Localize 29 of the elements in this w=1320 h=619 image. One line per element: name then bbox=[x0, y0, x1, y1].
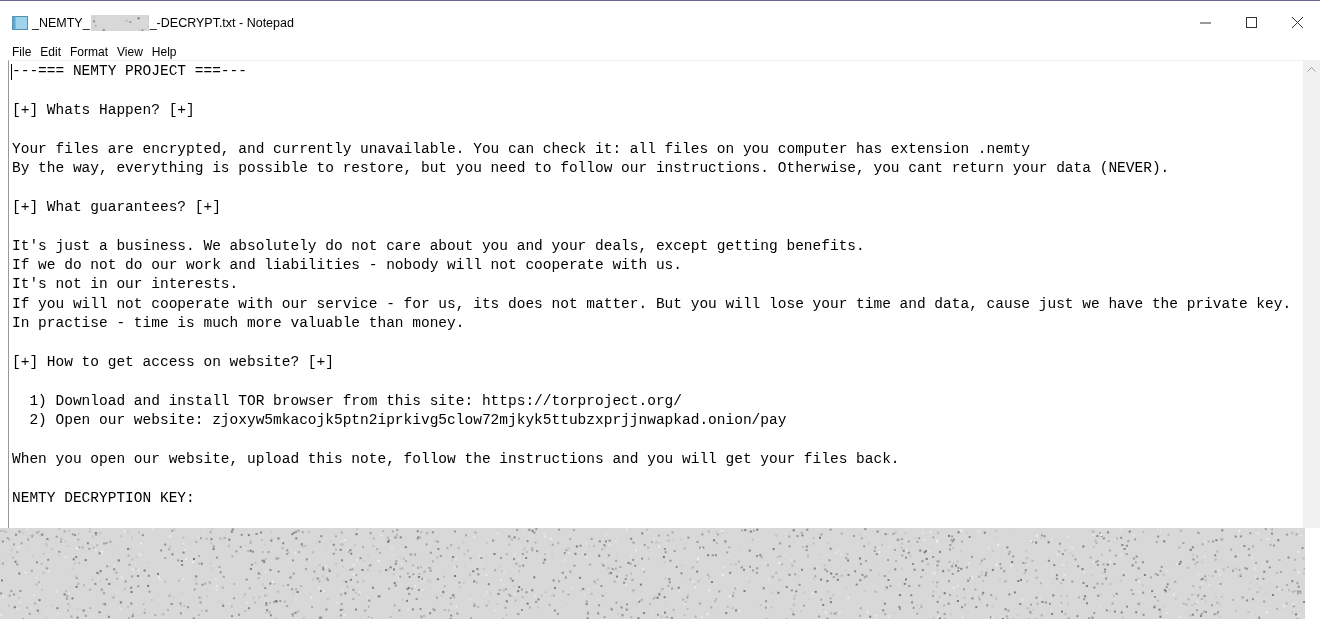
text-line: [+] Whats Happen? [+] bbox=[12, 101, 195, 118]
menu-item[interactable]: Help bbox=[145, 45, 180, 59]
text-line: In practise - time is much more valuable than money. bbox=[12, 315, 465, 332]
scrollbar[interactable] bbox=[1303, 61, 1320, 528]
maximize-icon bbox=[1245, 17, 1257, 28]
text-line: [+] How to get access on website? [+] bbox=[12, 353, 334, 370]
text-cursor bbox=[11, 64, 12, 80]
text-line: It's not in our interests. bbox=[12, 276, 239, 293]
text-line: It's just a business. We absolutely do not care about you and your deals, except getting benefits. bbox=[12, 237, 865, 254]
notepad-icon bbox=[12, 15, 28, 30]
menu-item[interactable]: Format bbox=[64, 45, 112, 59]
text-line: 2) Open our website: zjoxyw5mkacojk5ptn2iprkivg5clow72mjkyk5ttubzxprjjnwapkad.onion/pay bbox=[28, 412, 787, 429]
window-title: _NEMTY_ bbox=[32, 15, 90, 30]
text-line: ---=== NEMTY PROJECT ===--- bbox=[12, 63, 247, 79]
scroll-up-icon[interactable] bbox=[1307, 67, 1316, 72]
text-line: NEMTY DECRYPTION KEY: bbox=[12, 489, 195, 506]
text-line: When you open our website, upload this note, follow the instructions and you will get your files back. bbox=[12, 450, 900, 467]
text-line: By the way, everything is possible to restore, but you need to follow our instructions. Otherwise, you cant return your data (NEVER). bbox=[12, 159, 1170, 176]
text-line: 1) Download and install TOR browser from this site: https://torproject.org/ bbox=[28, 392, 682, 409]
text-line: Your files are encrypted, and currently unavailable. You can check it: all files on you computer has extension .nemty bbox=[12, 140, 1031, 157]
text-line: [+] What guarantees? [+] bbox=[12, 198, 221, 215]
menu-item[interactable]: View bbox=[111, 45, 146, 59]
text-line: If you will not cooperate with our service - for us, its does not matter. But you will lose your time and data, cause just we have the private key. bbox=[12, 295, 1292, 312]
redaction-block bbox=[90, 14, 149, 31]
menu-item[interactable]: File bbox=[6, 45, 35, 59]
text-line: If we do not do our work and liabilities - nobody will not cooperate with us. bbox=[12, 256, 682, 273]
menu-item[interactable]: Edit bbox=[34, 45, 65, 59]
window-title: _-DECRYPT.txt - Notepad bbox=[149, 15, 294, 30]
close-icon bbox=[1291, 17, 1303, 28]
